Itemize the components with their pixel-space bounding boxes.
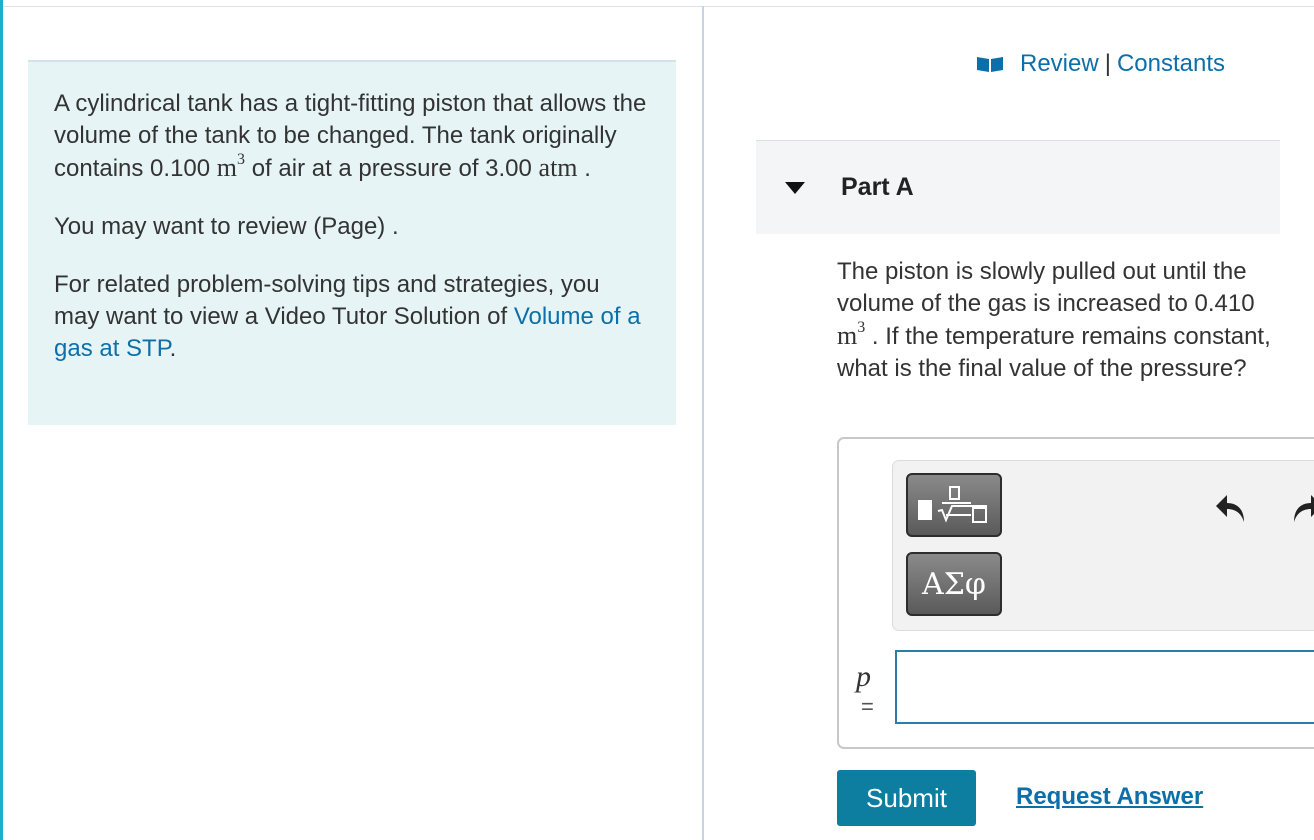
templates-icon [918, 486, 987, 523]
part-title: Part A [841, 173, 914, 201]
problem-intro: A cylindrical tank has a tight-fitting p… [28, 60, 676, 425]
question-text: The piston is slowly pulled out until th… [837, 258, 1271, 382]
book-icon [977, 57, 1003, 72]
review-note: You may want to review (Page) . [54, 213, 399, 240]
greek-symbols-button[interactable]: ΑΣφ [906, 552, 1002, 616]
review-constants-links: Review | Constants [976, 48, 1225, 80]
unit-cubic-meters: m3 [837, 319, 866, 351]
constants-link[interactable]: Constants [1117, 50, 1225, 78]
caret-down-icon[interactable] [785, 182, 805, 194]
templates-button[interactable] [906, 473, 1002, 537]
submit-button[interactable]: Submit [837, 770, 976, 826]
undo-icon[interactable] [1214, 490, 1250, 524]
unit-atm: atm [538, 153, 578, 182]
review-link[interactable]: Review [1020, 50, 1099, 78]
part-a-header[interactable]: Part A [756, 140, 1280, 234]
problem-statement: A cylindrical tank has a tight-fitting p… [54, 90, 647, 183]
unit-cubic-meters: m3 [216, 151, 246, 183]
equals-sign: = [861, 694, 874, 719]
left-accent-bar [0, 0, 3, 840]
link-separator: | [1104, 50, 1111, 77]
top-divider [3, 6, 1314, 7]
answer-variable: p [856, 660, 871, 693]
answer-input[interactable] [895, 650, 1314, 724]
redo-icon[interactable] [1290, 490, 1314, 524]
column-divider [702, 6, 704, 840]
tips-note: For related problem-solving tips and str… [54, 271, 641, 362]
request-answer-link[interactable]: Request Answer [1016, 783, 1203, 811]
